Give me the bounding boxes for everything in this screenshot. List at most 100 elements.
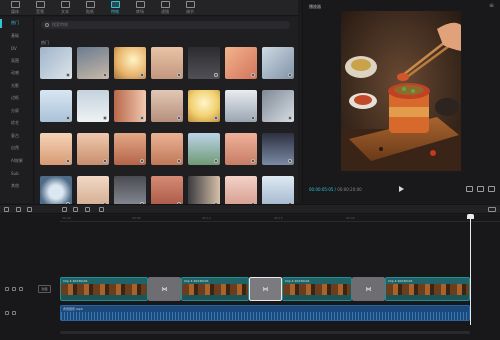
effect-thumbnail[interactable]	[188, 133, 220, 165]
category-basic[interactable]: 基础	[0, 30, 33, 43]
toolbar-filter[interactable]: 滤镜	[156, 0, 174, 15]
clip-name: Clip 4 20230101	[63, 279, 88, 283]
delete-icon[interactable]	[99, 207, 104, 212]
effect-thumbnail[interactable]	[225, 90, 257, 122]
effects-grid	[40, 47, 296, 210]
effect-thumbnail[interactable]	[114, 90, 146, 122]
category-retro[interactable]: 复古	[0, 130, 33, 143]
effect-thumbnail[interactable]	[151, 47, 183, 79]
split-icon[interactable]	[62, 207, 67, 212]
search-input[interactable]: 搜索特效	[41, 21, 290, 29]
download-icon[interactable]	[103, 116, 107, 120]
download-icon[interactable]	[103, 73, 107, 77]
toolbar-adjust[interactable]: 调节	[181, 0, 199, 15]
category-split[interactable]: 分屏	[0, 105, 33, 118]
category-nature[interactable]: 自然	[0, 142, 33, 155]
category-dynamic[interactable]: 动感	[0, 67, 33, 80]
effect-thumbnail[interactable]	[262, 47, 294, 79]
cover-button[interactable]: 封面	[38, 285, 51, 293]
search-icon	[45, 23, 49, 27]
download-icon[interactable]	[288, 116, 292, 120]
timeline-scrollbar[interactable]	[60, 331, 470, 334]
effect-thumbnail[interactable]	[151, 133, 183, 165]
download-icon[interactable]	[66, 116, 70, 120]
player-controls: 00:00:05:05 / 00:00:20:00	[303, 184, 500, 196]
toolbar-effects[interactable]: 特效	[106, 0, 124, 15]
transition-marker-selected[interactable]: ⋈	[249, 277, 282, 301]
download-icon[interactable]	[177, 116, 181, 120]
zoom-fit-icon[interactable]	[488, 207, 496, 212]
category-hot[interactable]: 热门	[0, 17, 33, 30]
lock-icon[interactable]	[5, 311, 9, 315]
download-icon[interactable]	[66, 159, 70, 163]
playhead[interactable]	[467, 214, 474, 325]
download-icon[interactable]	[214, 116, 218, 120]
toolbar-sticker[interactable]: 贴纸	[81, 0, 99, 15]
lock-icon[interactable]	[5, 287, 9, 291]
mute-icon[interactable]	[12, 311, 16, 315]
redo-icon[interactable]	[27, 207, 32, 212]
download-icon[interactable]	[177, 159, 181, 163]
category-light[interactable]: 光影	[0, 80, 33, 93]
play-icon[interactable]	[399, 186, 404, 192]
download-icon[interactable]	[251, 159, 255, 163]
fullscreen-icon[interactable]	[488, 186, 495, 192]
toolbar-media[interactable]: 媒体	[6, 0, 24, 15]
select-tool-icon[interactable]	[4, 207, 9, 212]
crop-icon[interactable]	[466, 186, 473, 192]
effect-thumbnail[interactable]	[225, 47, 257, 79]
effect-thumbnail[interactable]	[40, 133, 72, 165]
effect-thumbnail[interactable]	[77, 47, 109, 79]
download-icon[interactable]	[140, 159, 144, 163]
undo-icon[interactable]	[16, 207, 21, 212]
effect-thumbnail[interactable]	[40, 47, 72, 79]
category-atmosphere[interactable]: 氛围	[0, 55, 33, 68]
video-clip[interactable]: Clip 4 20230101	[385, 277, 470, 301]
download-icon[interactable]	[288, 73, 292, 77]
effect-thumbnail[interactable]	[40, 90, 72, 122]
effect-thumbnail[interactable]	[262, 133, 294, 165]
toolbar-text[interactable]: 文本	[56, 0, 74, 15]
effect-thumbnail[interactable]	[114, 133, 146, 165]
category-dv[interactable]: DV	[0, 42, 33, 55]
download-icon[interactable]	[288, 159, 292, 163]
download-icon[interactable]	[251, 73, 255, 77]
video-clip[interactable]: Clip 4 20230101	[181, 277, 249, 301]
ratio-icon[interactable]	[477, 186, 484, 192]
download-icon[interactable]	[214, 73, 218, 77]
effect-thumbnail[interactable]	[77, 90, 109, 122]
download-icon[interactable]	[251, 116, 255, 120]
category-ai[interactable]: AI效果	[0, 155, 33, 168]
menu-icon[interactable]: ≡	[489, 2, 494, 9]
category-variety[interactable]: 综艺	[0, 117, 33, 130]
delete-left-icon[interactable]	[73, 207, 78, 212]
toolbar-audio[interactable]: 音频	[31, 0, 49, 15]
effect-thumbnail[interactable]	[225, 133, 257, 165]
transition-marker[interactable]: ⋈	[352, 277, 385, 301]
video-clip[interactable]: Clip 4 20230101	[282, 277, 352, 301]
category-other[interactable]: 其他	[0, 180, 33, 193]
clip-volume-bar	[386, 295, 469, 300]
effect-thumbnail[interactable]	[151, 90, 183, 122]
eye-icon[interactable]	[12, 287, 16, 291]
download-icon[interactable]	[66, 73, 70, 77]
audio-clip[interactable]: 背景音乐.mp3	[60, 305, 470, 321]
toolbar-transition[interactable]: 转场	[131, 0, 149, 15]
effect-thumbnail[interactable]	[114, 47, 146, 79]
mute-icon[interactable]	[19, 287, 23, 291]
effect-thumbnail[interactable]	[188, 90, 220, 122]
download-icon[interactable]	[103, 159, 107, 163]
download-icon[interactable]	[177, 73, 181, 77]
download-icon[interactable]	[140, 73, 144, 77]
download-icon[interactable]	[214, 159, 218, 163]
video-track-header: 封面	[0, 279, 60, 299]
transition-marker[interactable]: ⋈	[148, 277, 181, 301]
effect-thumbnail[interactable]	[77, 133, 109, 165]
delete-right-icon[interactable]	[85, 207, 90, 212]
download-icon[interactable]	[140, 116, 144, 120]
category-border[interactable]: 边框	[0, 92, 33, 105]
video-clip[interactable]: Clip 4 20230101	[60, 277, 148, 301]
category-sub[interactable]: Sub	[0, 167, 33, 180]
effect-thumbnail[interactable]	[188, 47, 220, 79]
effect-thumbnail[interactable]	[262, 90, 294, 122]
